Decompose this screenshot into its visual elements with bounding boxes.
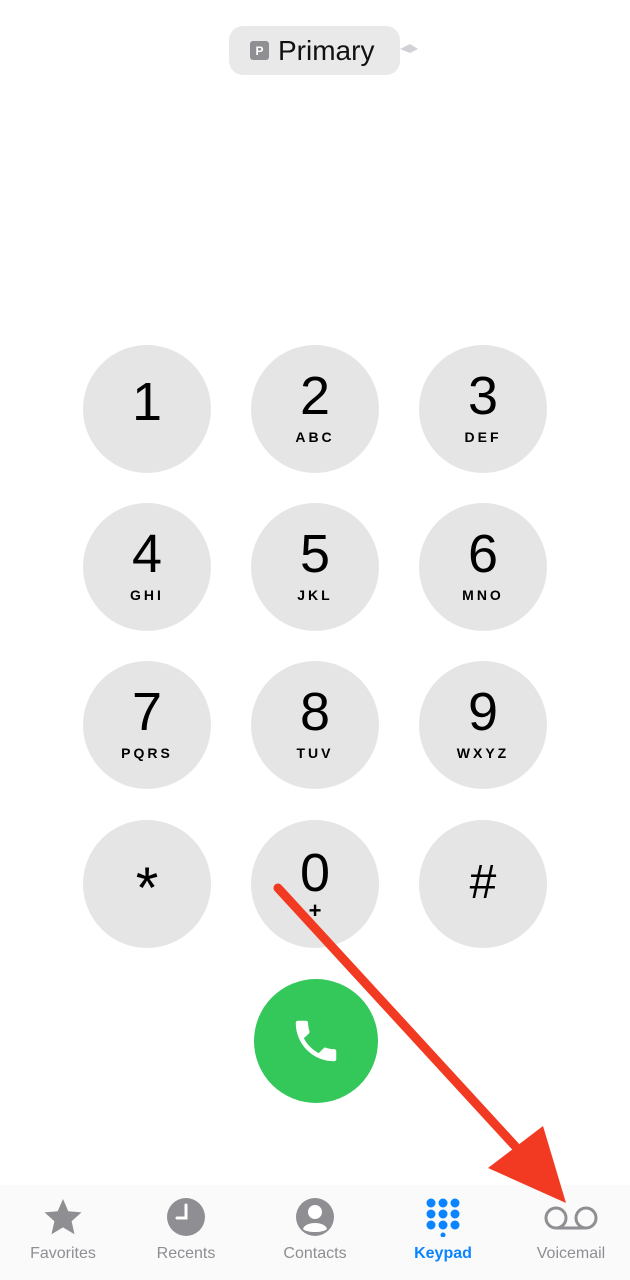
line-selector[interactable]: P Primary	[229, 26, 400, 75]
key-6[interactable]: 6 MNO	[419, 503, 547, 631]
tab-voicemail[interactable]: Voicemail	[508, 1185, 630, 1280]
clock-icon	[167, 1198, 205, 1236]
voicemail-icon	[544, 1206, 598, 1230]
phone-icon	[295, 1020, 337, 1062]
key-digit: 1	[131, 372, 163, 432]
key-4[interactable]: 4 GHI	[83, 503, 211, 631]
tab-label: Contacts	[283, 1245, 347, 1262]
star-icon	[44, 1199, 82, 1235]
tab-bar: Favorites Recents Contacts Keypad Voicem…	[0, 1185, 630, 1280]
key-8[interactable]: 8 TUV	[251, 661, 379, 789]
key-digit: *	[135, 856, 159, 921]
key-letters: WXYZ	[456, 745, 510, 761]
key-letters: TUV	[296, 745, 334, 761]
key-2[interactable]: 2 ABC	[251, 345, 379, 473]
key-digit: 3	[467, 366, 499, 426]
key-letters: +	[308, 898, 322, 923]
person-icon	[296, 1198, 334, 1236]
key-hash[interactable]: #	[419, 820, 547, 948]
key-digit: 0	[299, 843, 331, 903]
key-letters: ABC	[295, 429, 335, 445]
tab-label: Recents	[156, 1245, 216, 1262]
key-letters: PQRS	[121, 745, 173, 761]
chevron-icon[interactable]	[398, 40, 420, 58]
key-star[interactable]: *	[83, 820, 211, 948]
tab-keypad[interactable]: Keypad	[380, 1185, 506, 1280]
key-7[interactable]: 7 PQRS	[83, 661, 211, 789]
key-letters: GHI	[130, 587, 164, 603]
line-badge: P	[250, 41, 269, 60]
tab-label: Voicemail	[536, 1245, 606, 1262]
tab-contacts[interactable]: Contacts	[252, 1185, 378, 1280]
key-digit: 5	[299, 524, 331, 584]
key-digit: 8	[299, 682, 331, 742]
key-digit: 4	[131, 524, 163, 584]
line-label: Primary	[278, 35, 375, 66]
key-0[interactable]: 0 +	[251, 820, 379, 948]
key-letters: DEF	[464, 429, 502, 445]
key-letters: MNO	[462, 587, 504, 603]
tab-recents[interactable]: Recents	[123, 1185, 249, 1280]
key-9[interactable]: 9 WXYZ	[419, 661, 547, 789]
key-digit: 9	[467, 682, 499, 742]
key-letters: JKL	[297, 587, 333, 603]
tab-label: Keypad	[414, 1245, 472, 1262]
key-1[interactable]: 1	[83, 345, 211, 473]
key-digit: 2	[299, 366, 331, 426]
tab-favorites[interactable]: Favorites	[0, 1185, 126, 1280]
key-digit: 6	[467, 524, 499, 584]
key-5[interactable]: 5 JKL	[251, 503, 379, 631]
key-3[interactable]: 3 DEF	[419, 345, 547, 473]
key-digit: 7	[131, 682, 163, 742]
key-digit: #	[469, 856, 497, 909]
call-button[interactable]	[254, 979, 378, 1103]
tab-label: Favorites	[30, 1245, 96, 1262]
keypad-icon	[426, 1198, 460, 1237]
